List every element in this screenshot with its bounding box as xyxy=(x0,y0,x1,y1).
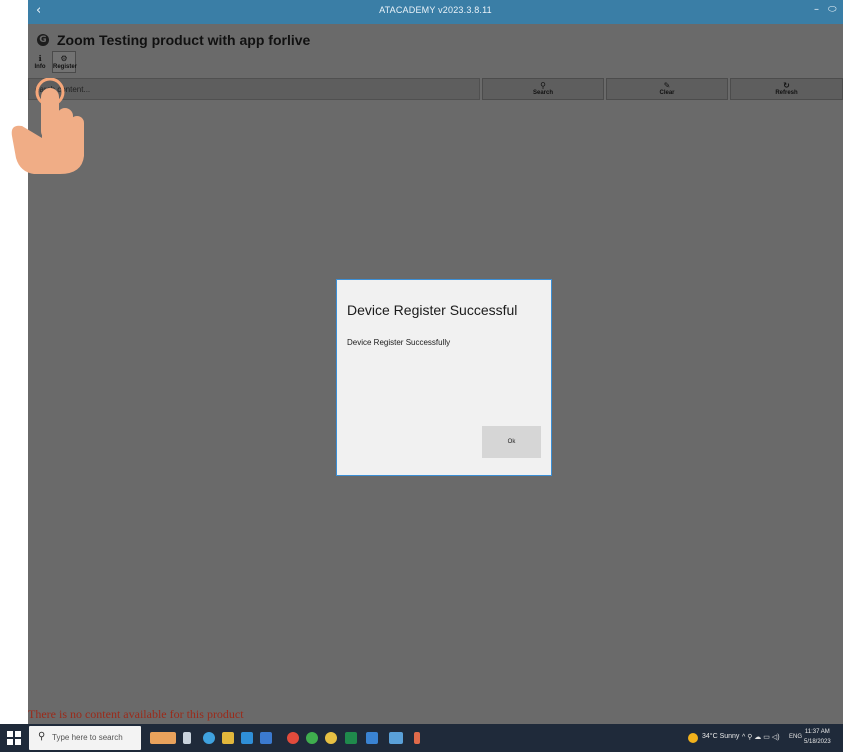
register-icon: ⚙ xyxy=(60,54,68,63)
menu-bar: ℹ Info ⚙ Register xyxy=(28,51,78,73)
register-button[interactable]: ⚙ Register xyxy=(52,51,78,73)
register-label: Register xyxy=(53,64,78,70)
edge-browser-icon[interactable] xyxy=(203,732,215,744)
page-header: G Zoom Testing product with app forlive xyxy=(37,30,310,50)
chrome-profile-2-icon[interactable] xyxy=(325,732,337,744)
clear-label: Clear xyxy=(659,90,675,96)
taskbar-search-placeholder: Type here to search xyxy=(52,733,123,742)
task-view-icon[interactable] xyxy=(183,732,191,744)
store-icon[interactable] xyxy=(260,732,272,744)
search-input[interactable]: earch content... xyxy=(28,78,480,100)
screen: ‹ ATACADEMY v2023.3.8.11 – ⬭ G Zoom Test… xyxy=(0,0,843,752)
language-indicator[interactable]: ENG xyxy=(789,734,802,740)
search-label: Search xyxy=(532,90,553,96)
search-button[interactable]: ⚲ Search xyxy=(482,78,604,100)
dialog-title: Device Register Successful xyxy=(347,302,518,318)
mail-icon[interactable] xyxy=(241,732,253,744)
chrome-profile-icon[interactable] xyxy=(306,732,318,744)
refresh-button[interactable]: ↻ Refresh xyxy=(730,78,843,100)
clock-date: 5/18/2023 xyxy=(804,739,831,745)
chrome-icon[interactable] xyxy=(287,732,299,744)
taskbar-search-input[interactable]: ⚲ Type here to search xyxy=(29,726,141,750)
ok-button[interactable]: Ok xyxy=(482,426,541,458)
title-bar: ‹ ATACADEMY v2023.3.8.11 – ⬭ xyxy=(28,0,843,24)
no-content-message: There is no content available for this p… xyxy=(28,707,244,721)
minimize-button[interactable]: – xyxy=(814,4,819,15)
windows-start-icon[interactable] xyxy=(7,731,21,745)
word-icon[interactable] xyxy=(366,732,378,744)
search-icon: ⚲ xyxy=(540,81,546,90)
file-explorer-icon[interactable] xyxy=(222,732,234,744)
page-title: Zoom Testing product with app forlive xyxy=(57,32,311,48)
pinned-app-icon[interactable] xyxy=(414,732,420,744)
search-icon: ⚲ xyxy=(38,731,46,742)
dialog-message: Device Register Successfully xyxy=(347,338,451,347)
refresh-icon: ↻ xyxy=(783,81,790,90)
clear-button[interactable]: ✎ Clear xyxy=(606,78,728,100)
info-label: Info xyxy=(34,64,46,70)
clock-time: 11:37 AM xyxy=(804,729,830,735)
app-taskbar-icon[interactable] xyxy=(389,732,403,744)
weather-text[interactable]: 34°C Sunny xyxy=(702,733,739,740)
excel-icon[interactable] xyxy=(345,732,357,744)
register-success-dialog: Device Register Successful Device Regist… xyxy=(336,279,552,476)
weather-sun-icon xyxy=(688,733,698,743)
news-widget-icon[interactable] xyxy=(150,732,176,744)
app-logo-icon: G xyxy=(37,34,49,46)
info-button[interactable]: ℹ Info xyxy=(28,51,52,73)
pointing-hand-icon xyxy=(11,78,84,174)
taskbar-clock[interactable]: 11:37 AM 5/18/2023 xyxy=(804,727,831,747)
broom-icon: ✎ xyxy=(663,81,671,90)
taskbar: ⚲ Type here to search 34°C Sunny ^ ⚲ ☁ ▭… xyxy=(0,724,843,752)
info-icon: ℹ xyxy=(38,54,42,63)
system-tray-icons[interactable]: ^ ⚲ ☁ ▭ ◁) xyxy=(742,733,780,741)
maximize-button[interactable]: ⬭ xyxy=(828,4,837,15)
search-row: earch content... ⚲ Search ✎ Clear ↻ Refr… xyxy=(28,78,843,100)
window-title: ATACADEMY v2023.3.8.11 xyxy=(379,5,492,15)
refresh-label: Refresh xyxy=(775,90,798,96)
